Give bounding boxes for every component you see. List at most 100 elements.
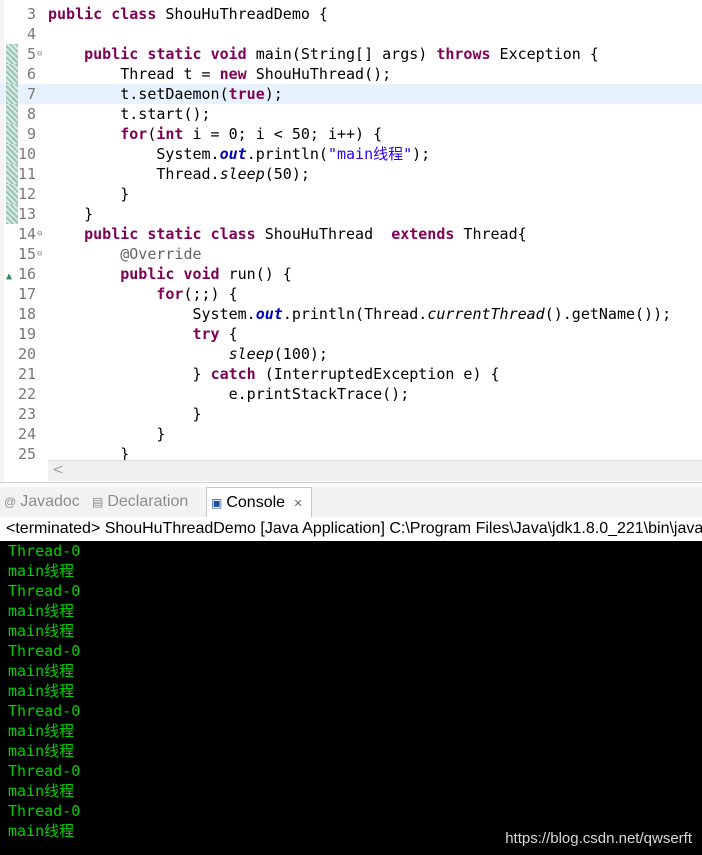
- code-line[interactable]: 7 t.setDaemon(true);: [0, 84, 702, 104]
- code-text[interactable]: t.setDaemon(true);: [48, 84, 283, 104]
- code-line[interactable]: 10 System.out.println("main线程");: [0, 144, 702, 164]
- code-text[interactable]: public static void main(String[] args) t…: [48, 44, 599, 64]
- horizontal-scrollbar[interactable]: <: [48, 460, 702, 481]
- code-editor[interactable]: 3 public class ShouHuThreadDemo {4 5 ⊖ publ…: [0, 0, 702, 483]
- line-number: 20: [17, 345, 36, 363]
- code-line[interactable]: 8 t.start();: [0, 104, 702, 124]
- code-text[interactable]: t.start();: [48, 104, 210, 124]
- code-text[interactable]: for(int i = 0; i < 50; i++) {: [48, 124, 382, 144]
- line-number: 7: [26, 85, 36, 103]
- line-number: 12: [17, 185, 36, 203]
- tab-declaration-label: Declaration: [107, 493, 189, 510]
- console-output-line: main线程: [8, 562, 75, 580]
- code-text[interactable]: sleep(100);: [48, 344, 328, 364]
- code-line[interactable]: 19 try {: [0, 324, 702, 344]
- code-line[interactable]: 15 ⊖ @Override: [0, 244, 702, 264]
- code-text[interactable]: System.out.println("main线程");: [48, 144, 430, 164]
- code-line[interactable]: 22 e.printStackTrace();: [0, 384, 702, 404]
- line-number: 21: [17, 365, 36, 383]
- console-output-line: Thread-0: [8, 642, 81, 660]
- code-text[interactable]: try {: [48, 324, 238, 344]
- code-line[interactable]: 21 } catch (InterruptedException e) {: [0, 364, 702, 384]
- collapse-minus-icon[interactable]: ⊖: [37, 224, 42, 244]
- code-text[interactable]: for(;;) {: [48, 284, 237, 304]
- line-number: 4: [26, 25, 36, 43]
- javadoc-at-icon: @: [4, 495, 17, 509]
- declaration-icon: ▤: [92, 495, 104, 509]
- code-line[interactable]: 18 System.out.println(Thread.currentThre…: [0, 304, 702, 324]
- code-line[interactable]: 23 }: [0, 404, 702, 424]
- line-number: 19: [17, 325, 36, 343]
- line-number: 25: [17, 445, 36, 463]
- line-number: 11: [17, 165, 36, 183]
- tab-javadoc[interactable]: @ Javadoc: [4, 487, 86, 517]
- code-line[interactable]: 11 Thread.sleep(50);: [0, 164, 702, 184]
- line-number: 18: [17, 305, 36, 323]
- console-output-line: main线程: [8, 682, 75, 700]
- line-number: 3: [26, 5, 36, 23]
- code-line[interactable]: 6 Thread t = new ShouHuThread();: [0, 64, 702, 84]
- line-number: 16: [17, 265, 36, 283]
- code-line[interactable]: 13 }: [0, 204, 702, 224]
- console-output-line: main线程: [8, 742, 75, 760]
- scroll-left-icon[interactable]: <: [52, 462, 64, 478]
- console-output-line: main线程: [8, 622, 75, 640]
- tab-console[interactable]: ▣ Console ✕: [206, 487, 312, 517]
- console-output[interactable]: Thread-0 main线程 Thread-0 main线程 main线程 Thread…: [0, 541, 702, 855]
- code-line[interactable]: 3 public class ShouHuThreadDemo {: [0, 4, 702, 24]
- code-line[interactable]: 9 for(int i = 0; i < 50; i++) {: [0, 124, 702, 144]
- collapse-minus-icon[interactable]: ⊖: [37, 244, 42, 264]
- code-text[interactable]: Thread.sleep(50);: [48, 164, 310, 184]
- code-text[interactable]: }: [48, 424, 165, 444]
- code-text[interactable]: }: [48, 184, 129, 204]
- console-output-line: main线程: [8, 822, 75, 840]
- line-number: 24: [17, 425, 36, 443]
- console-output-line: Thread-0: [8, 762, 81, 780]
- code-text[interactable]: public class ShouHuThreadDemo {: [48, 4, 328, 24]
- close-icon[interactable]: ✕: [294, 498, 303, 510]
- console-output-line: main线程: [8, 662, 75, 680]
- line-number: 9: [26, 125, 36, 143]
- code-line[interactable]: 5 ⊖ public static void main(String[] args…: [0, 44, 702, 64]
- console-output-line: main线程: [8, 722, 75, 740]
- code-line[interactable]: 14 ⊖ public static class ShouHuThread ext…: [0, 224, 702, 244]
- line-number: 17: [17, 285, 36, 303]
- line-number: 5: [26, 45, 36, 63]
- console-output-line: Thread-0: [8, 542, 81, 560]
- code-text[interactable]: @Override: [48, 244, 201, 264]
- code-text[interactable]: e.printStackTrace();: [48, 384, 410, 404]
- console-output-line: Thread-0: [8, 702, 81, 720]
- console-status-line: <terminated> ShouHuThreadDemo [Java Appl…: [0, 517, 702, 541]
- tab-javadoc-label: Javadoc: [20, 493, 80, 510]
- tab-declaration[interactable]: ▤ Declaration: [92, 487, 204, 517]
- line-number: 14: [17, 225, 36, 243]
- console-output-line: main线程: [8, 602, 75, 620]
- code-line[interactable]: 17 for(;;) {: [0, 284, 702, 304]
- line-number: 6: [26, 65, 36, 83]
- console-output-line: main线程: [8, 782, 75, 800]
- line-number: 13: [17, 205, 36, 223]
- line-number: 10: [17, 145, 36, 163]
- collapse-minus-icon[interactable]: ⊖: [37, 44, 42, 64]
- code-text[interactable]: } catch (InterruptedException e) {: [48, 364, 499, 384]
- line-number: 15: [17, 245, 36, 263]
- console-icon: ▣: [211, 496, 223, 510]
- line-number: 23: [17, 405, 36, 423]
- code-text[interactable]: public static class ShouHuThread extends…: [48, 224, 527, 244]
- code-line[interactable]: 20 sleep(100);: [0, 344, 702, 364]
- code-text[interactable]: }: [48, 404, 201, 424]
- code-text[interactable]: Thread t = new ShouHuThread();: [48, 64, 391, 84]
- code-line[interactable]: ▲ 16 public void run() {: [0, 264, 702, 284]
- bottom-panel-tabs: @ Javadoc ▤ Declaration ▣ Console ✕: [0, 487, 702, 518]
- watermark: https://blog.csdn.net/qwserft: [505, 830, 692, 847]
- console-output-line: Thread-0: [8, 802, 81, 820]
- line-number: 22: [17, 385, 36, 403]
- code-line[interactable]: 12 }: [0, 184, 702, 204]
- code-text[interactable]: System.out.println(Thread.currentThread(…: [48, 304, 671, 324]
- code-lines[interactable]: 3 public class ShouHuThreadDemo {4 5 ⊖ publ…: [0, 4, 702, 464]
- code-text[interactable]: }: [48, 204, 93, 224]
- line-number: 8: [26, 105, 36, 123]
- code-line[interactable]: 24 }: [0, 424, 702, 444]
- code-text[interactable]: public void run() {: [48, 264, 292, 284]
- code-line[interactable]: 4: [0, 24, 702, 44]
